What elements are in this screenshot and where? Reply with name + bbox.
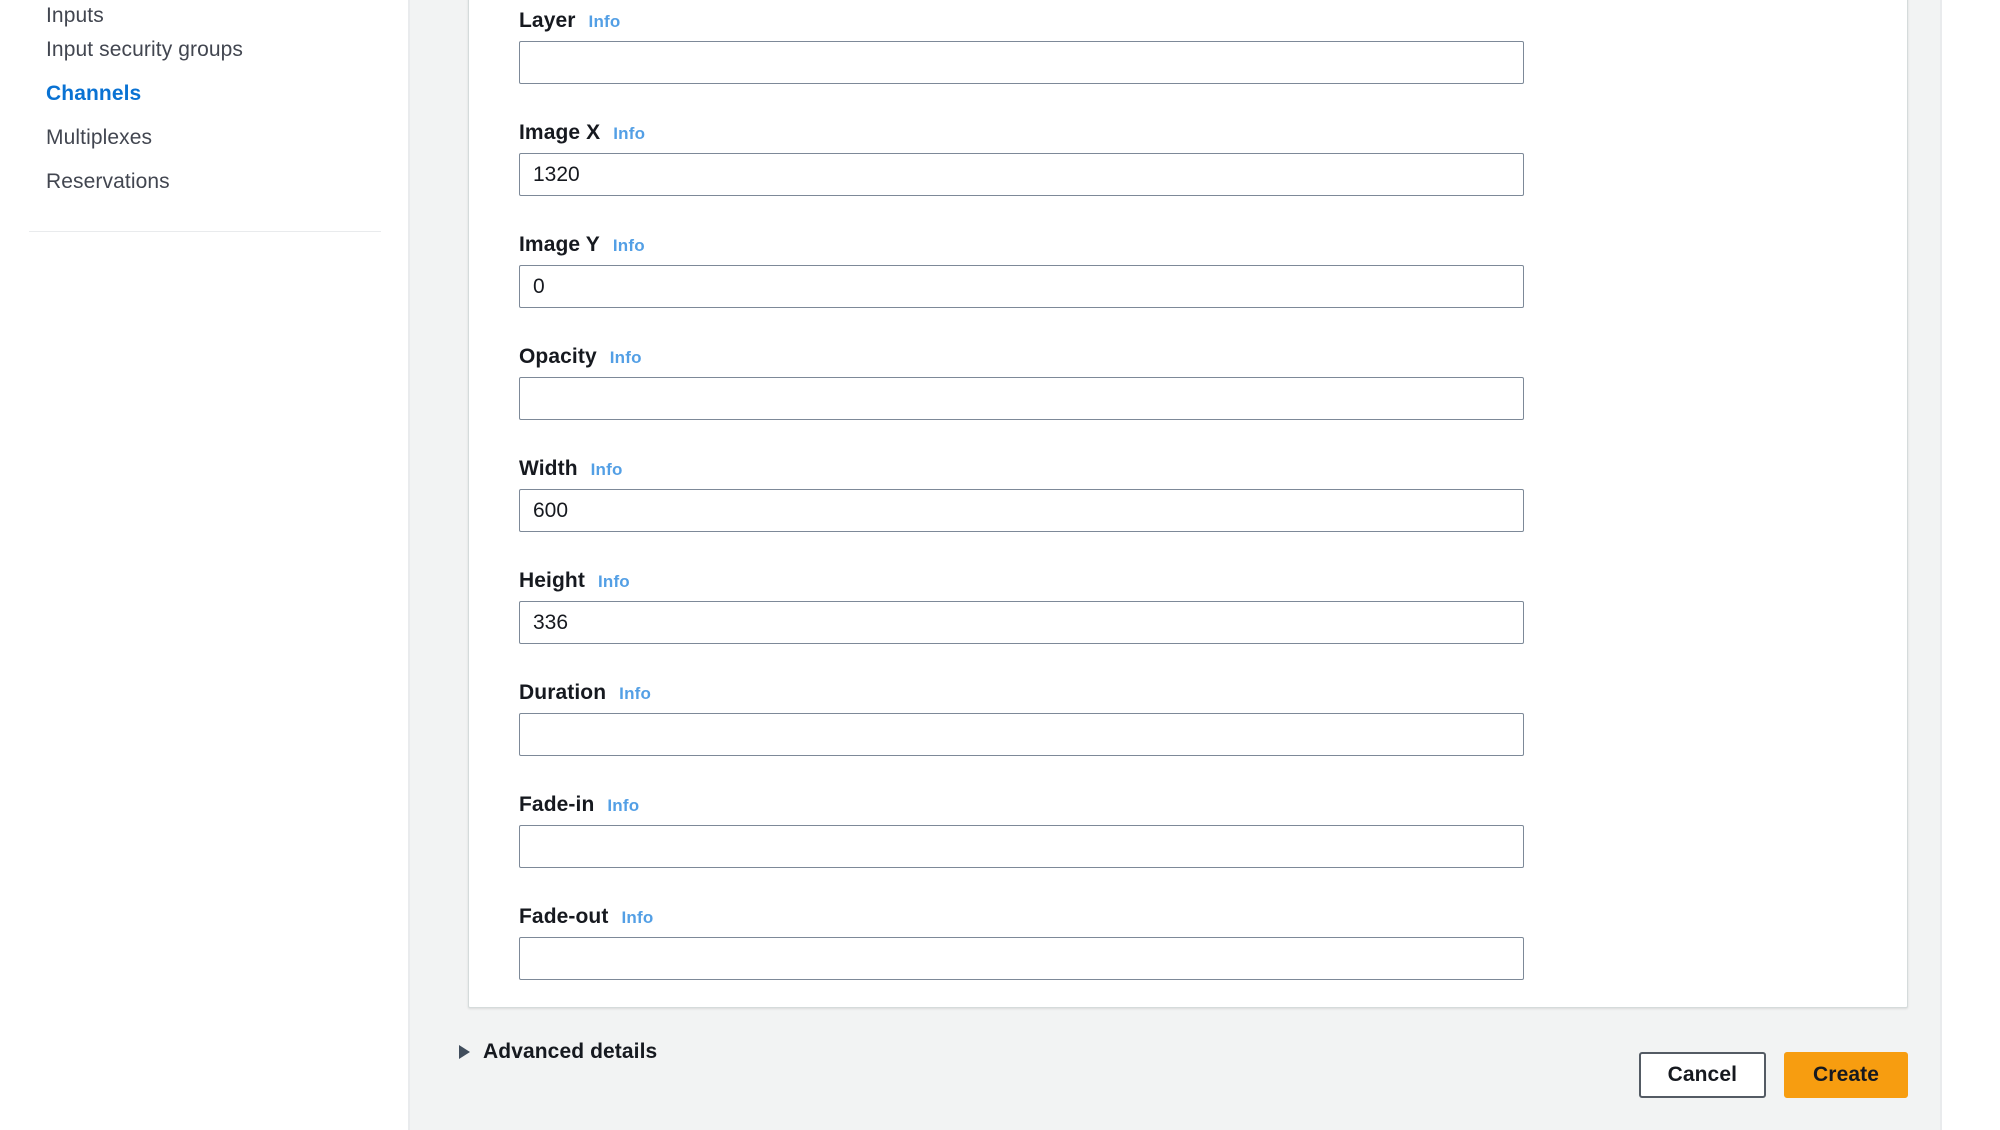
info-link-duration[interactable]: Info	[619, 684, 651, 704]
chevron-right-icon	[459, 1045, 470, 1059]
sidebar-item-channels[interactable]: Channels	[0, 72, 408, 116]
field-spacer	[519, 196, 1857, 233]
info-link-fade-out[interactable]: Info	[621, 908, 653, 928]
field-label-image-y: Image Y	[519, 233, 600, 256]
right-rail	[1942, 0, 2000, 1130]
info-link-layer[interactable]: Info	[589, 12, 621, 32]
form-field-fade-out: Fade-out Info	[519, 905, 1857, 980]
info-link-image-x[interactable]: Info	[613, 124, 645, 144]
form-fields-container: Layer Info Image X Info Image Y Info Opacity In…	[469, 0, 1907, 980]
field-spacer	[519, 868, 1857, 905]
input-image-x[interactable]	[519, 153, 1524, 196]
form-field-image-x: Image X Info	[519, 121, 1857, 196]
field-label-row: Fade-out Info	[519, 905, 1857, 929]
info-link-image-y[interactable]: Info	[613, 236, 645, 256]
sidebar-item-label: Multiplexes	[46, 126, 153, 149]
sidebar-item-label: Inputs	[46, 4, 104, 27]
advanced-details-toggle[interactable]: Advanced details	[457, 1040, 687, 1064]
input-duration[interactable]	[519, 713, 1524, 756]
field-label-row: Opacity Info	[519, 345, 1857, 369]
main-content-inner: Layer Info Image X Info Image Y Info Opacity In…	[410, 0, 1940, 1130]
field-label-row: Fade-in Info	[519, 793, 1857, 817]
input-opacity[interactable]	[519, 377, 1524, 420]
form-field-width: Width Info	[519, 457, 1857, 532]
field-label-row: Duration Info	[519, 681, 1857, 705]
info-link-fade-in[interactable]: Info	[607, 796, 639, 816]
info-link-width[interactable]: Info	[591, 460, 623, 480]
field-label-width: Width	[519, 457, 578, 480]
cancel-button[interactable]: Cancel	[1638, 1052, 1767, 1098]
field-spacer	[519, 84, 1857, 121]
sidebar-item-label: Channels	[46, 82, 142, 105]
form-field-image-y: Image Y Info	[519, 233, 1857, 308]
side-navigation-list: Inputs Input security groups Channels Multi…	[0, 0, 408, 204]
field-label-fade-in: Fade-in	[519, 793, 595, 816]
field-label-duration: Duration	[519, 681, 607, 704]
form-field-opacity: Opacity Info	[519, 345, 1857, 420]
field-spacer	[519, 308, 1857, 345]
field-label-layer: Layer	[519, 9, 576, 32]
overlay-settings-form-card: Layer Info Image X Info Image Y Info Opacity In…	[459, 0, 1908, 1063]
page-root: Inputs Input security groups Channels Multi…	[0, 0, 2000, 1130]
side-navigation-divider	[29, 231, 381, 232]
field-label-row: Image Y Info	[519, 233, 1857, 257]
sidebar-item-inputs[interactable]: Inputs	[0, 0, 408, 28]
form-field-layer: Layer Info	[519, 9, 1857, 84]
input-width[interactable]	[519, 489, 1524, 532]
sidebar-item-label: Reservations	[46, 170, 170, 193]
sidebar-item-input-security-groups[interactable]: Input security groups	[0, 28, 408, 72]
field-label-row: Layer Info	[519, 9, 1857, 33]
field-label-row: Width Info	[519, 457, 1857, 481]
main-content-area: Layer Info Image X Info Image Y Info Opacity In…	[410, 0, 1942, 1130]
advanced-details-label: Advanced details	[483, 1040, 658, 1063]
field-spacer	[519, 644, 1857, 681]
input-image-y[interactable]	[519, 265, 1524, 308]
field-label-height: Height	[519, 569, 585, 592]
side-navigation: Inputs Input security groups Channels Multi…	[0, 0, 410, 1130]
field-spacer	[519, 532, 1857, 569]
info-link-height[interactable]: Info	[598, 572, 630, 592]
form-field-duration: Duration Info	[519, 681, 1857, 756]
create-button[interactable]: Create	[1784, 1052, 1908, 1098]
form-field-height: Height Info	[519, 569, 1857, 644]
form-actions: Cancel Create	[1638, 1052, 1908, 1098]
field-spacer	[519, 420, 1857, 457]
field-label-fade-out: Fade-out	[519, 905, 609, 928]
info-link-opacity[interactable]: Info	[610, 348, 642, 368]
sidebar-item-reservations[interactable]: Reservations	[0, 160, 408, 204]
field-label-opacity: Opacity	[519, 345, 597, 368]
form-field-fade-in: Fade-in Info	[519, 793, 1857, 868]
field-spacer	[519, 756, 1857, 793]
field-label-row: Image X Info	[519, 121, 1857, 145]
input-height[interactable]	[519, 601, 1524, 644]
input-fade-out[interactable]	[519, 937, 1524, 980]
sidebar-item-label: Input security groups	[46, 38, 244, 61]
sidebar-item-multiplexes[interactable]: Multiplexes	[0, 116, 408, 160]
field-label-image-x: Image X	[519, 121, 601, 144]
field-label-row: Height Info	[519, 569, 1857, 593]
input-layer[interactable]	[519, 41, 1524, 84]
input-fade-in[interactable]	[519, 825, 1524, 868]
